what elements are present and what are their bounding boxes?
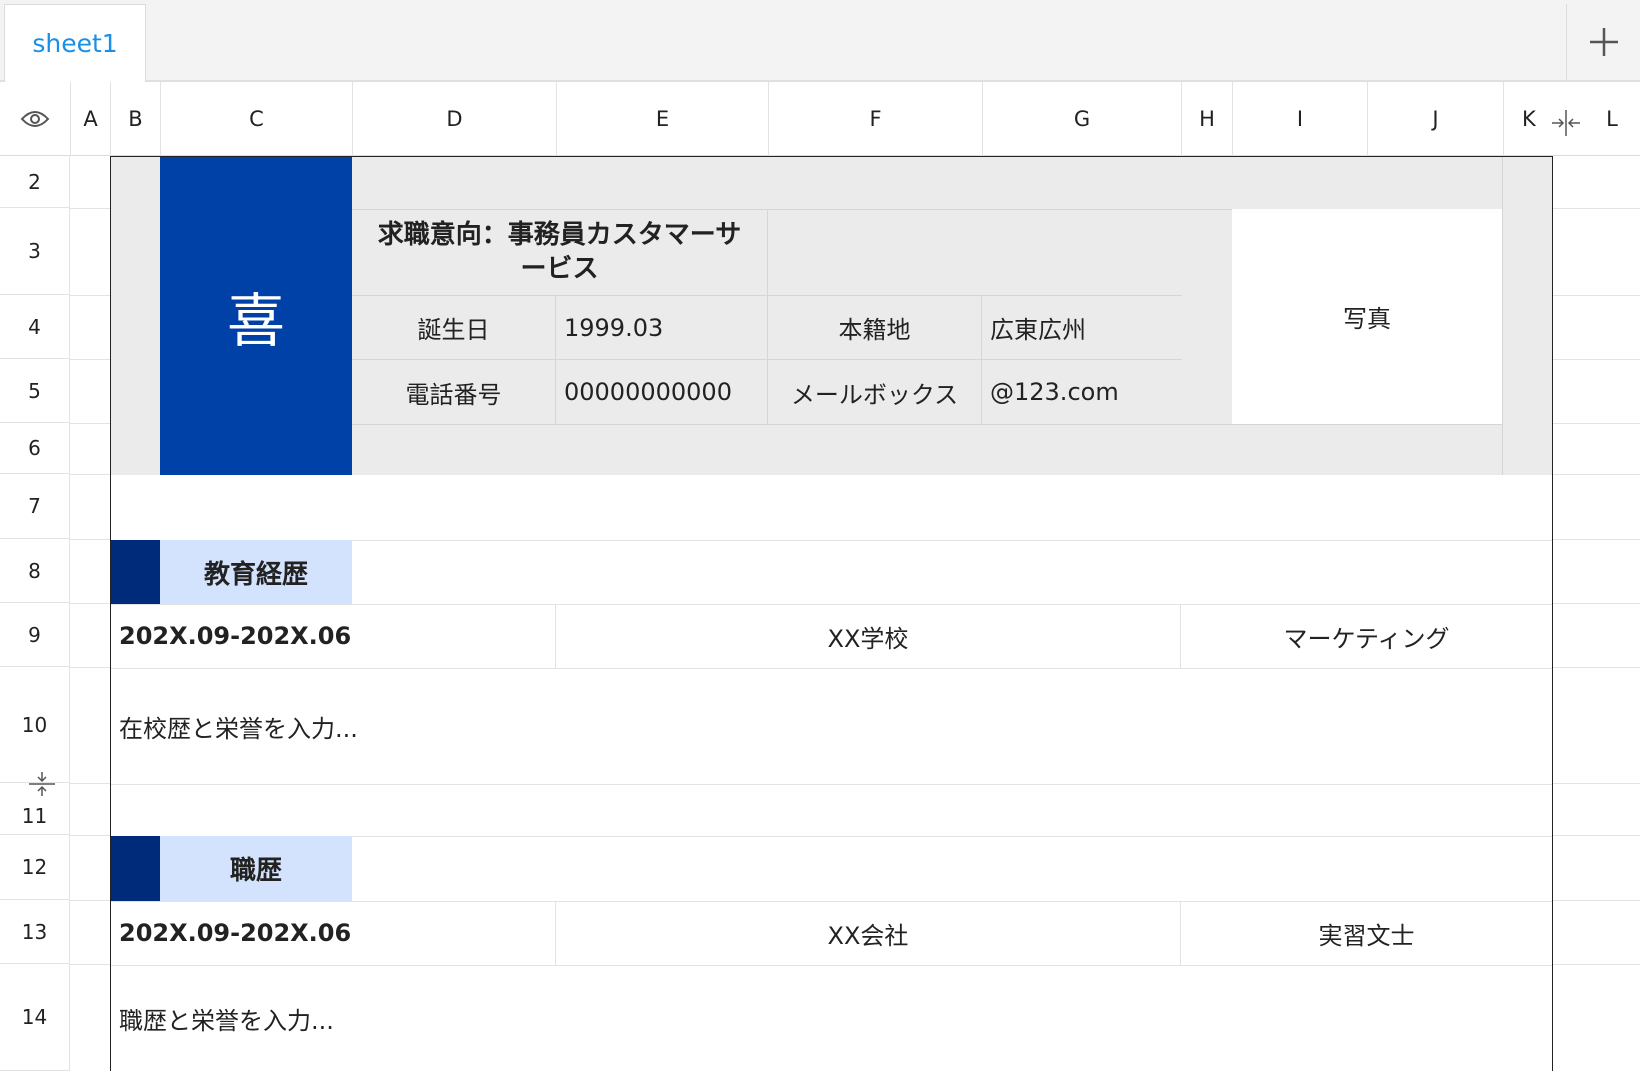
row-header-4[interactable]: 4	[0, 295, 70, 359]
email-label[interactable]: メールボックス	[768, 360, 982, 424]
grid-line	[70, 964, 110, 965]
grid-line	[70, 900, 110, 901]
work-position[interactable]: 実習文士	[1181, 901, 1552, 965]
row-header-9[interactable]: 9	[0, 603, 70, 667]
phone-label[interactable]: 電話番号	[352, 360, 556, 424]
sheet-tab-bar	[0, 0, 1640, 82]
education-major[interactable]: マーケティング	[1181, 604, 1552, 668]
work-period[interactable]: 202X.09-202X.06	[111, 901, 556, 965]
plus-icon	[1589, 28, 1618, 56]
column-l-area	[1553, 156, 1640, 1071]
resume-table: 喜 求職意向：事務員カスタマーサービス 誕生日 1999.03 本籍地 広東広州…	[110, 156, 1553, 1071]
photo-placeholder[interactable]: 写真	[1232, 209, 1502, 424]
grid-line	[70, 835, 110, 836]
birthday-value[interactable]: 1999.03	[556, 296, 768, 360]
work-company[interactable]: XX会社	[556, 901, 1181, 965]
add-sheet-button[interactable]	[1566, 4, 1640, 80]
column-header-b[interactable]: B	[110, 82, 160, 156]
column-header-k[interactable]: K	[1503, 82, 1553, 156]
row-header-10[interactable]: 10	[0, 667, 70, 783]
education-description[interactable]: 在校歴と栄誉を入力...	[111, 668, 1552, 784]
section-marker	[111, 836, 160, 901]
row-header-8[interactable]: 8	[0, 539, 70, 603]
birthday-label[interactable]: 誕生日	[352, 296, 556, 360]
grid-line	[70, 603, 110, 604]
work-description[interactable]: 職歴と栄誉を入力...	[111, 965, 1552, 1072]
row-header-14[interactable]: 14	[0, 964, 70, 1071]
column-header-i[interactable]: I	[1232, 82, 1367, 156]
column-header-c[interactable]: C	[160, 82, 352, 156]
phone-value[interactable]: 00000000000	[556, 360, 768, 424]
row-header-3[interactable]: 3	[0, 208, 70, 295]
column-header-a[interactable]: A	[70, 82, 110, 156]
job-intent-cell[interactable]: 求職意向：事務員カスタマーサービス	[352, 209, 768, 296]
row-header-6[interactable]: 6	[0, 423, 70, 474]
column-header-l[interactable]: L	[1584, 82, 1640, 156]
grid-line	[70, 783, 110, 784]
column-header-g[interactable]: G	[982, 82, 1181, 156]
grid-line	[70, 539, 110, 540]
grid-line	[70, 359, 110, 360]
grid-line	[70, 423, 110, 424]
hometown-value[interactable]: 広東広州	[982, 296, 1182, 360]
name-block[interactable]: 喜	[160, 157, 352, 475]
row-collapse-icon[interactable]	[28, 770, 56, 798]
email-value[interactable]: @123.com	[982, 360, 1182, 424]
education-school[interactable]: XX学校	[556, 604, 1181, 668]
grid-line	[70, 474, 110, 475]
tab-sheet1[interactable]: sheet1	[4, 4, 146, 82]
column-header-h[interactable]: H	[1181, 82, 1232, 156]
grid-line	[70, 295, 110, 296]
work-title[interactable]: 職歴	[160, 836, 352, 901]
education-period[interactable]: 202X.09-202X.06	[111, 604, 556, 668]
row-header-7[interactable]: 7	[0, 474, 70, 539]
column-header-j[interactable]: J	[1367, 82, 1503, 156]
section-marker	[111, 540, 160, 604]
empty-cell[interactable]	[768, 209, 1182, 296]
row-header-5[interactable]: 5	[0, 359, 70, 423]
row-header-12[interactable]: 12	[0, 835, 70, 900]
row-header-2[interactable]: 2	[0, 156, 70, 208]
row-header-13[interactable]: 13	[0, 900, 70, 964]
column-header-f[interactable]: F	[768, 82, 982, 156]
column-header-d[interactable]: D	[352, 82, 556, 156]
grid-line	[70, 208, 110, 209]
column-header-e[interactable]: E	[556, 82, 768, 156]
hometown-label[interactable]: 本籍地	[768, 296, 982, 360]
column-collapse-icon[interactable]	[1550, 108, 1582, 138]
eye-icon[interactable]	[0, 82, 70, 156]
education-title[interactable]: 教育経歴	[160, 540, 352, 604]
grid-line	[70, 667, 110, 668]
